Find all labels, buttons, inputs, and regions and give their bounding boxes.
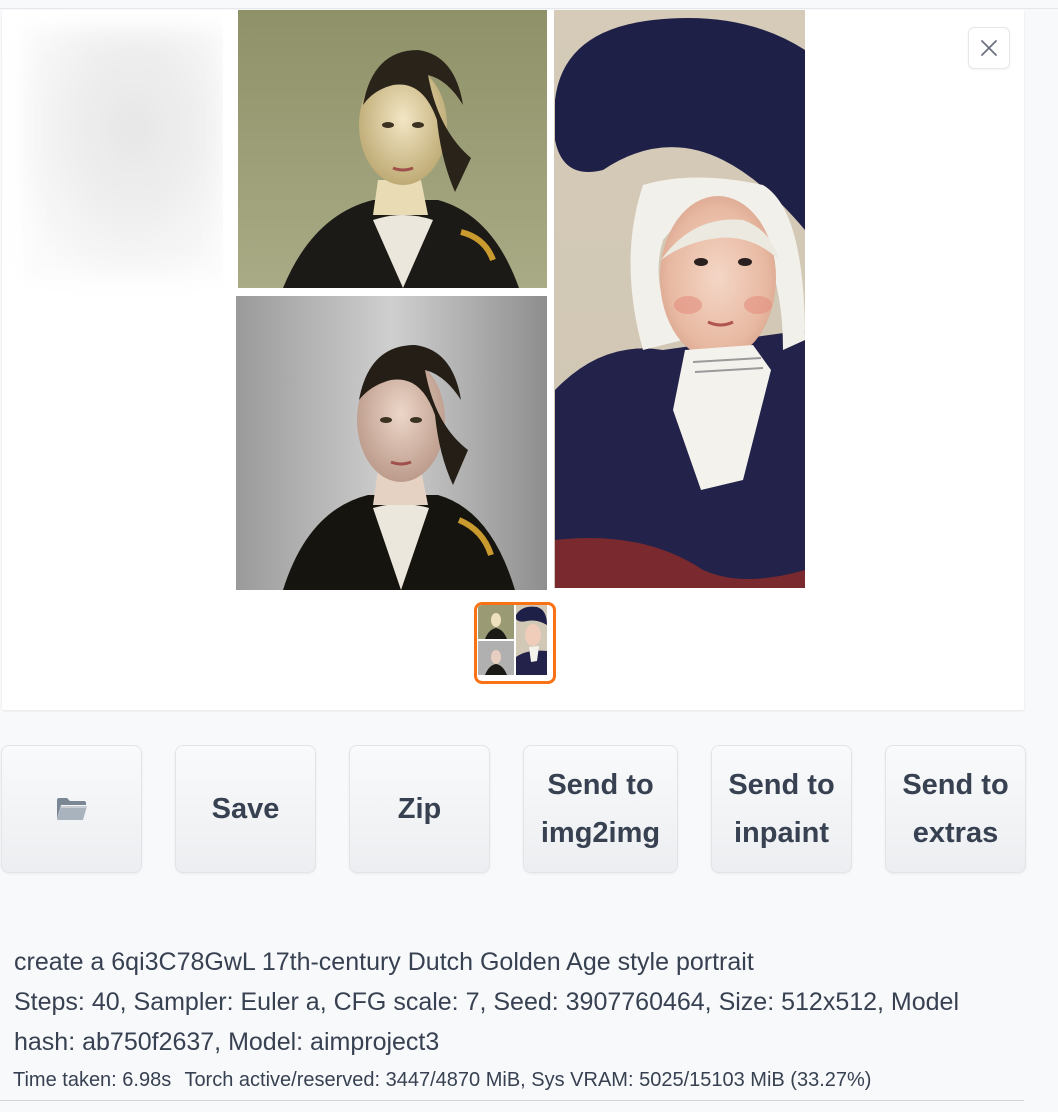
time-taken: Time taken: 6.98s [13, 1069, 172, 1091]
send-to-inpaint-button[interactable]: Send to inpaint [711, 745, 852, 873]
save-button[interactable]: Save [175, 745, 316, 873]
top-divider [0, 8, 1058, 9]
generation-params-line2: hash: ab750f2637, Model: aimproject3 [14, 1028, 440, 1056]
close-gallery-button[interactable] [968, 27, 1010, 69]
send-to-img2img-label-line1: Send to [547, 769, 654, 801]
send-to-extras-label-line2: extras [912, 817, 999, 849]
send-to-inpaint-label-line2: inpaint [733, 817, 830, 849]
image-grid-graphic [236, 10, 805, 590]
send-to-extras-label-line1: Send to [902, 769, 1009, 801]
bottom-divider [0, 1100, 1024, 1101]
zip-button-label: Zip [397, 793, 442, 825]
folder-icon [56, 798, 87, 820]
close-icon [981, 40, 997, 56]
save-button-label: Save [211, 793, 280, 825]
gallery-thumbnail[interactable] [474, 602, 556, 684]
generated-image-grid[interactable] [223, 10, 805, 590]
zip-button[interactable]: Zip [349, 745, 490, 873]
send-to-inpaint-label-line1: Send to [728, 769, 835, 801]
send-to-img2img-label: Send to img2img [541, 761, 660, 857]
blurred-preview [24, 28, 224, 278]
send-to-img2img-button[interactable]: Send to img2img [523, 745, 678, 873]
generation-params-line1: Steps: 40, Sampler: Euler a, CFG scale: … [14, 988, 960, 1016]
send-to-extras-button[interactable]: Send to extras [885, 745, 1026, 873]
memory-usage: Torch active/reserved: 3447/4870 MiB, Sy… [184, 1069, 872, 1091]
thumbnail-image [477, 605, 547, 675]
send-to-inpaint-label: Send to inpaint [728, 761, 834, 857]
performance-info: Time taken: 6.98s Torch active/reserved:… [13, 1066, 879, 1094]
generation-info: create a 6qi3C78GwL 17th-century Dutch G… [14, 942, 1014, 1062]
send-to-extras-label: Send to extras [902, 761, 1008, 857]
open-folder-button[interactable] [1, 745, 142, 873]
prompt-text: create a 6qi3C78GwL 17th-century Dutch G… [14, 948, 754, 976]
send-to-img2img-label-line2: img2img [540, 817, 661, 849]
image-gallery [2, 10, 1024, 710]
